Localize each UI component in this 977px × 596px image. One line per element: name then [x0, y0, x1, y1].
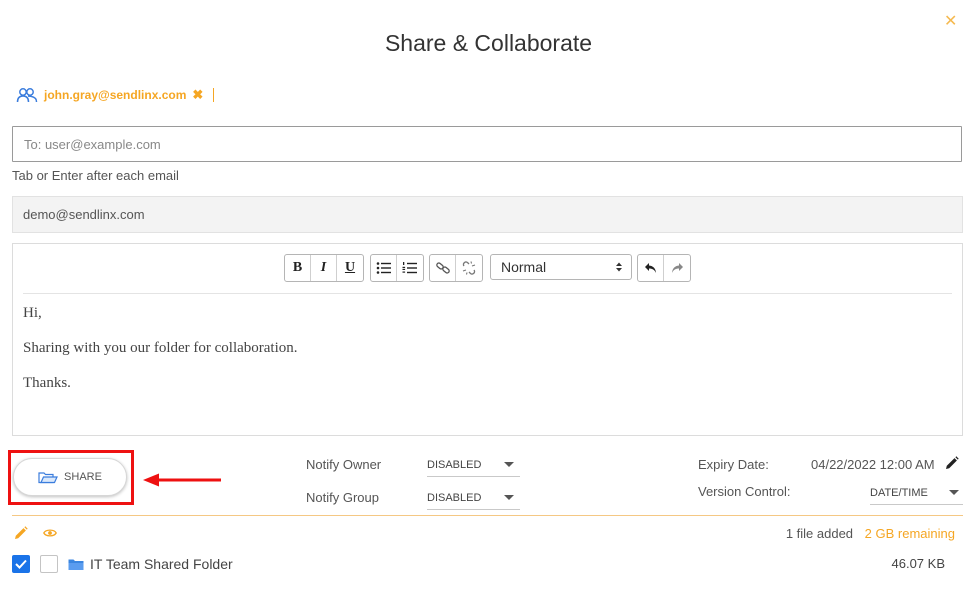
recipient-chip: john.gray@sendlinx.com ✖ [16, 86, 215, 104]
share-button[interactable]: SHARE [13, 458, 127, 496]
updown-caret-icon [616, 262, 622, 272]
space-remaining: 2 GB remaining [864, 526, 955, 541]
share-folder-icon [38, 472, 58, 484]
close-icon[interactable]: ✕ [944, 11, 957, 31]
pencil-icon[interactable] [945, 456, 959, 470]
notify-owner-label: Notify Owner [306, 457, 382, 472]
redo-icon [672, 263, 683, 273]
history-group [637, 254, 691, 282]
to-email-input[interactable] [12, 126, 962, 162]
unlink-button[interactable] [456, 255, 482, 281]
underline-button[interactable]: U [337, 255, 363, 281]
to-field-hint: Tab or Enter after each email [12, 168, 179, 183]
editor-divider [23, 293, 952, 294]
chevron-down-icon [504, 462, 514, 467]
notify-group-select[interactable]: DISABLED [427, 486, 520, 510]
link-icon [435, 262, 450, 274]
undo-icon [644, 263, 656, 273]
version-control-label: Version Control: [698, 484, 791, 499]
italic-button[interactable]: I [311, 255, 337, 281]
message-body[interactable]: Hi, Sharing with you our folder for coll… [23, 304, 298, 409]
users-icon [16, 88, 38, 103]
redo-button[interactable] [664, 255, 690, 281]
bullet-list-button[interactable] [371, 255, 397, 281]
bullet-list-icon [376, 262, 391, 274]
editor-toolbar: B I U Normal [13, 254, 962, 282]
notify-group-value: DISABLED [427, 491, 482, 504]
file-row[interactable]: IT Team Shared Folder [12, 553, 233, 575]
files-status: 1 file added 2 GB remaining [786, 526, 955, 541]
files-added-count: 1 file added [785, 526, 854, 541]
chevron-down-icon [504, 495, 514, 500]
message-editor[interactable]: B I U Normal Hi, Sharing with you our fo… [12, 243, 963, 436]
section-divider [12, 515, 963, 516]
undo-button[interactable] [638, 255, 664, 281]
format-select-value: Normal [501, 259, 547, 275]
pointer-arrow [143, 473, 221, 487]
text-style-group: B I U [284, 254, 364, 282]
file-size: 46.07 KB [891, 556, 946, 571]
ordered-list-icon [402, 262, 417, 274]
message-line: Sharing with you our folder for collabor… [23, 340, 298, 356]
secondary-checkbox[interactable] [40, 555, 58, 573]
pencil-icon[interactable] [14, 526, 28, 540]
remove-recipient-icon[interactable]: ✖ [192, 87, 203, 103]
bold-button[interactable]: B [285, 255, 311, 281]
version-control-value: DATE/TIME [870, 486, 928, 499]
text-cursor [213, 88, 215, 102]
notify-owner-select[interactable]: DISABLED [427, 453, 520, 477]
link-group [429, 254, 483, 282]
ordered-list-button[interactable] [397, 255, 423, 281]
notify-owner-value: DISABLED [427, 458, 482, 471]
version-control-select[interactable]: DATE/TIME [870, 481, 963, 505]
eye-icon[interactable] [43, 528, 57, 538]
folder-icon [68, 559, 84, 570]
share-button-label: SHARE [64, 471, 102, 483]
chevron-down-icon [949, 490, 959, 495]
format-select[interactable]: Normal [490, 254, 632, 280]
check-icon [15, 559, 27, 569]
select-checkbox[interactable] [12, 555, 30, 573]
notify-group-label: Notify Group [306, 490, 379, 505]
from-email-field[interactable]: demo@sendlinx.com [12, 196, 963, 233]
expiry-date-value: 04/22/2022 12:00 AM [811, 457, 935, 472]
expiry-date-label: Expiry Date: [698, 457, 769, 472]
recipient-email: john.gray@sendlinx.com [44, 88, 187, 102]
link-button[interactable] [430, 255, 456, 281]
unlink-icon [462, 261, 476, 275]
list-group [370, 254, 424, 282]
dialog-title: Share & Collaborate [384, 30, 593, 56]
message-line: Thanks. [23, 375, 71, 391]
message-line: Hi, [23, 305, 42, 321]
file-name[interactable]: IT Team Shared Folder [90, 556, 233, 572]
